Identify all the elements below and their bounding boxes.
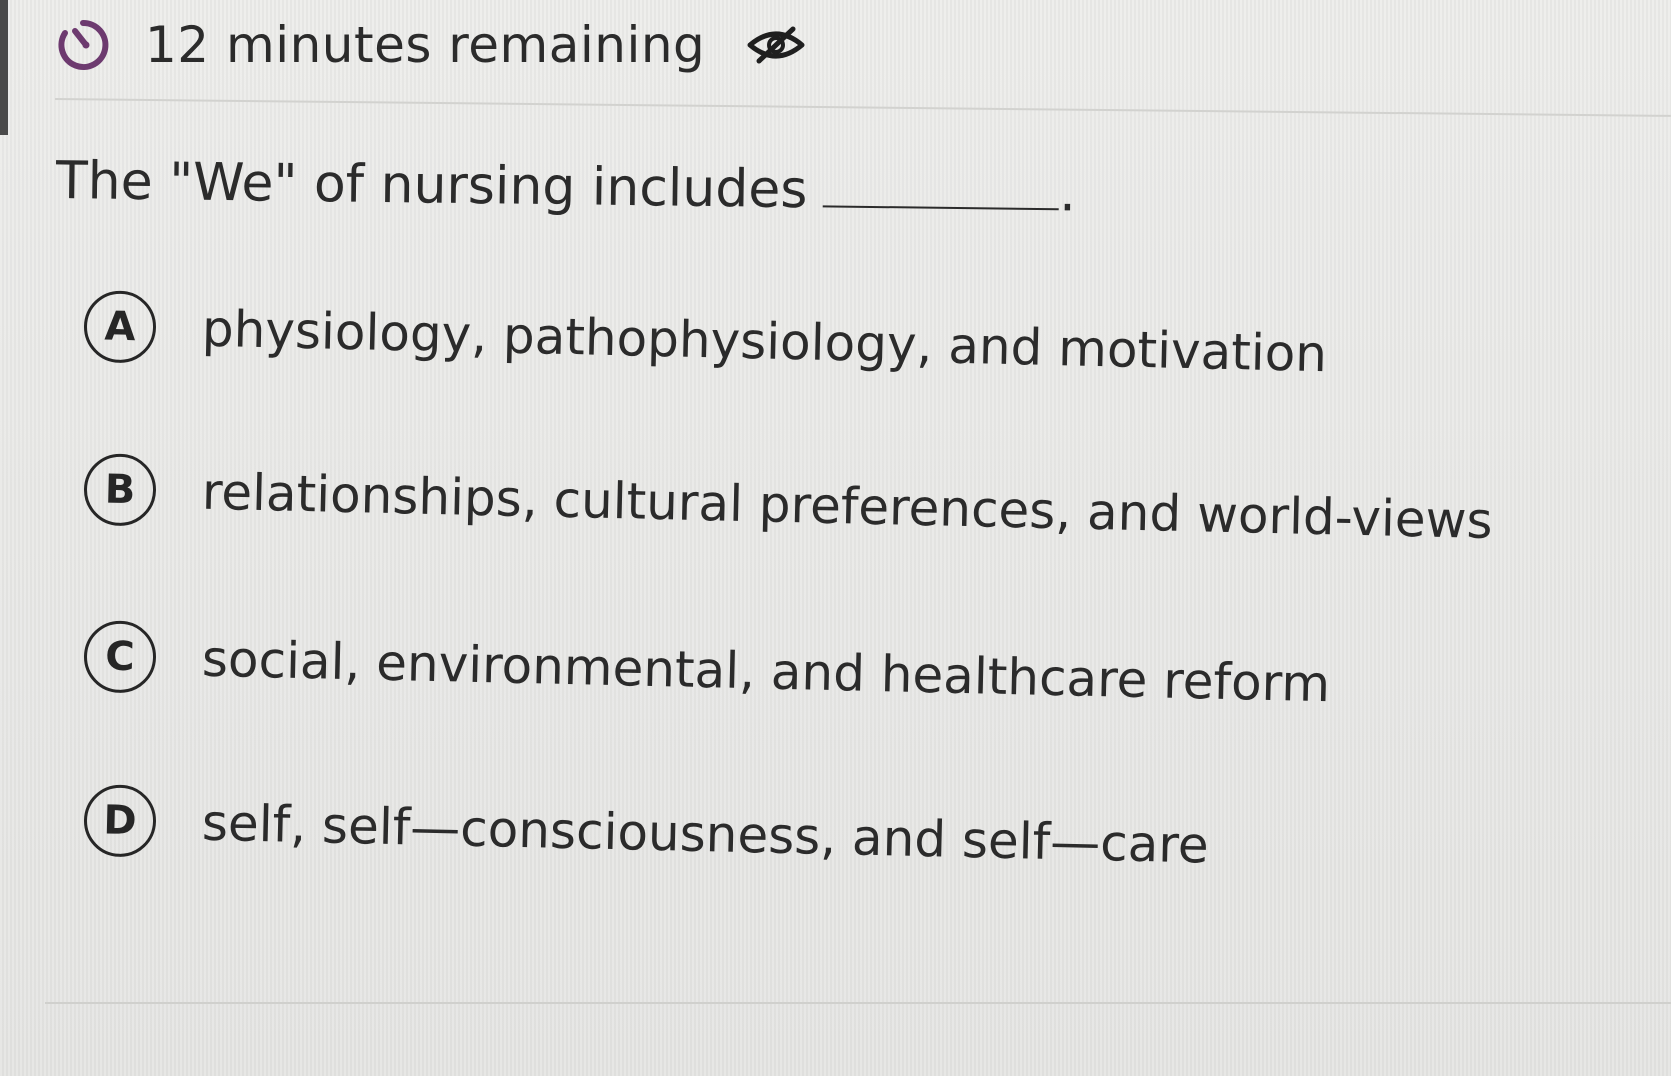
option-a-text[interactable]: physiology, pathophysiology, and motivat…: [201, 300, 1327, 384]
answer-blank: [823, 157, 1060, 211]
time-remaining-text: 12 minutes remaining: [145, 16, 706, 74]
timer-bar: 12 minutes remaining: [55, 5, 807, 85]
option-b-badge[interactable]: B: [83, 453, 157, 527]
option-b-text[interactable]: relationships, cultural preferences, and…: [201, 463, 1493, 550]
quiz-screen: 12 minutes remaining The "We" of nursing…: [0, 0, 1671, 1076]
option-d[interactable]: D self, self—consciousness, and self—car…: [83, 784, 1209, 882]
option-a[interactable]: A physiology, pathophysiology, and motiv…: [83, 290, 1328, 390]
option-b[interactable]: B relationships, cultural preferences, a…: [83, 453, 1493, 557]
option-c-text[interactable]: social, environmental, and healthcare re…: [201, 630, 1330, 714]
option-d-text[interactable]: self, self—consciousness, and self—care: [201, 794, 1209, 875]
option-d-badge[interactable]: D: [83, 784, 157, 858]
header-divider: [54, 98, 1671, 117]
timer-icon: [55, 17, 111, 73]
option-c-badge[interactable]: C: [83, 620, 157, 694]
question-stem: The "We" of nursing includes.: [56, 148, 1077, 223]
option-a-badge[interactable]: A: [83, 290, 157, 364]
option-c[interactable]: C social, environmental, and healthcare …: [83, 620, 1331, 720]
hide-eye-icon[interactable]: [745, 23, 807, 67]
question-period: .: [1058, 163, 1077, 224]
question-text: The "We" of nursing includes: [55, 151, 808, 221]
window-edge: [0, 0, 8, 135]
bottom-divider: [45, 1002, 1671, 1004]
